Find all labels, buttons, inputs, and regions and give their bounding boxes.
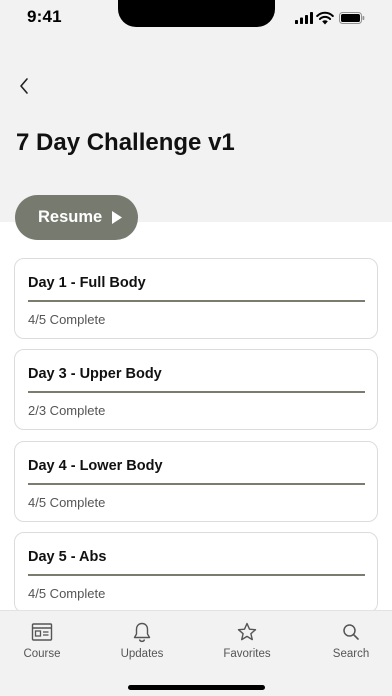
tab-label: Course [23,648,61,660]
tab-label: Updates [120,648,164,660]
resume-button[interactable]: Resume [15,195,138,240]
tab-course[interactable]: Course [0,621,91,673]
resume-button-label: Resume [38,208,103,226]
app-screen: 9:41 7 Day Challenge v1 Resume Day 1 - F… [0,0,392,696]
day-title: Day 4 - Lower Body [28,458,163,474]
day-progress-bar [28,391,365,393]
tab-updates[interactable]: Updates [93,621,191,673]
status-bar: 9:41 [0,0,392,40]
tab-label: Search [332,648,370,660]
day-progress-bar [28,574,365,576]
day-status: 4/5 Complete [28,312,106,327]
day-progress-fill [28,483,365,485]
day-status: 4/5 Complete [28,586,106,601]
tab-bar: Course Updates Favorites Search [0,610,392,696]
day-progress-fill [28,391,365,393]
day-card[interactable]: Day 3 - Upper Body 2/3 Complete [14,349,378,430]
day-card[interactable]: Day 1 - Full Body 4/5 Complete [14,258,378,339]
tab-search[interactable]: Search [302,621,392,673]
day-status: 2/3 Complete [28,403,106,418]
play-icon [112,211,123,224]
bell-icon [133,622,151,643]
day-progress-fill [28,574,365,576]
chevron-left-icon [20,78,28,94]
day-progress-bar [28,483,365,485]
day-title: Day 5 - Abs [28,549,107,565]
wifi-icon [316,11,334,25]
status-time: 9:41 [27,7,62,26]
search-icon [343,624,359,640]
back-button[interactable] [12,72,36,100]
device-notch [118,0,275,27]
course-icon [31,623,53,641]
tab-favorites[interactable]: Favorites [198,621,296,673]
day-card[interactable]: Day 5 - Abs 4/5 Complete [14,532,378,613]
day-progress-bar [28,300,365,302]
battery-icon [339,12,365,24]
day-title: Day 3 - Upper Body [28,366,162,382]
signal-icon [295,12,313,24]
star-icon [237,622,257,641]
day-status: 4/5 Complete [28,495,106,510]
day-progress-fill [28,300,365,302]
home-indicator [128,685,265,690]
tab-label: Favorites [223,648,271,660]
day-title: Day 1 - Full Body [28,275,146,291]
page-title: 7 Day Challenge v1 [16,129,235,156]
day-card[interactable]: Day 4 - Lower Body 4/5 Complete [14,441,378,522]
